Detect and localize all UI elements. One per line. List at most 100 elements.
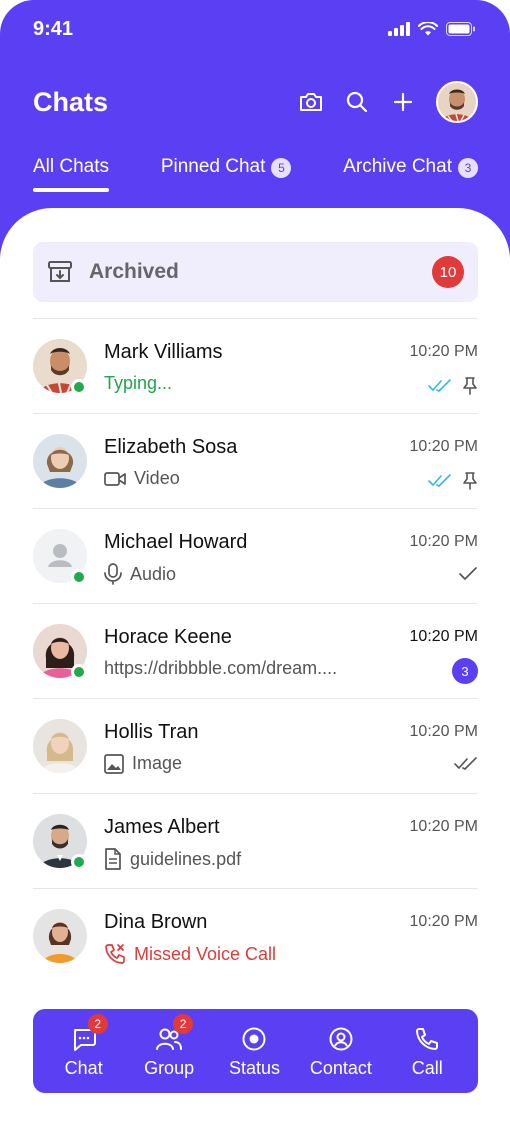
nav-call[interactable]: Call xyxy=(397,1024,457,1079)
missed-call-icon xyxy=(105,944,125,964)
tab-label: Pinned Chat xyxy=(160,156,266,177)
nav-label: Status xyxy=(228,1057,280,1078)
message-time: 10:20 PM xyxy=(409,628,478,645)
message-preview: guidelines.pdf xyxy=(104,848,241,870)
contact-name: James Albert xyxy=(104,816,220,838)
pin-icon xyxy=(463,377,477,395)
avatar-image xyxy=(33,719,87,773)
preview-text: https://dribbble.com/dream.... xyxy=(104,658,338,678)
new-chat-button[interactable] xyxy=(390,89,416,115)
online-indicator xyxy=(71,664,87,680)
message-meta xyxy=(454,757,478,771)
chat-row[interactable]: Elizabeth Sosa 10:20 PM Video xyxy=(33,413,478,508)
header-actions xyxy=(298,81,478,123)
signal-icon xyxy=(388,22,410,36)
message-preview: Image xyxy=(104,753,182,774)
chat-row[interactable]: Dina Brown 10:20 PM Missed Voice Call xyxy=(33,888,478,983)
unread-count-badge: 3 xyxy=(452,658,478,684)
message-meta: 3 xyxy=(452,658,478,684)
avatar xyxy=(33,719,87,773)
chat-app-screen: 9:41 Chats All Chats Pinned Chat 5 Archi… xyxy=(0,0,510,1126)
avatar-image xyxy=(33,909,87,963)
preview-text: Image xyxy=(132,753,183,773)
video-icon xyxy=(104,471,126,486)
chat-row[interactable]: Hollis Tran 10:20 PM Image xyxy=(33,698,478,793)
camera-button[interactable] xyxy=(298,89,324,115)
online-indicator xyxy=(71,379,87,395)
message-time: 10:20 PM xyxy=(409,438,478,455)
camera-icon xyxy=(300,93,322,111)
chat-row[interactable]: Mark Villiams 10:20 PM Typing... xyxy=(33,318,478,413)
tab-pinned-chat[interactable]: Pinned Chat 5 xyxy=(161,156,292,192)
nav-label: Chat xyxy=(64,1057,103,1078)
bottom-navigation: 2 Chat 2 Group Status Contact Call xyxy=(33,1009,478,1093)
archived-chats-button[interactable]: Archived 10 xyxy=(33,242,478,302)
preview-text: Video xyxy=(134,468,180,488)
avatar xyxy=(33,434,87,488)
status-icon xyxy=(242,1027,266,1050)
tab-archive-chat[interactable]: Archive Chat 3 xyxy=(343,156,478,192)
message-preview: Audio xyxy=(104,563,176,585)
pin-icon xyxy=(463,472,477,490)
nav-icon-wrap xyxy=(241,1024,267,1054)
nav-label: Call xyxy=(411,1057,443,1078)
profile-avatar-image xyxy=(438,83,476,121)
chat-tabs: All Chats Pinned Chat 5 Archive Chat 3 xyxy=(33,156,478,192)
message-time: 10:20 PM xyxy=(409,533,478,550)
message-preview: Video xyxy=(104,468,180,489)
nav-label: Contact xyxy=(309,1057,372,1078)
avatar xyxy=(33,909,87,963)
phone-icon xyxy=(416,1027,439,1050)
online-indicator xyxy=(71,569,87,585)
chat-row[interactable]: Horace Keene 10:20 PM https://dribbble.c… xyxy=(33,603,478,698)
image-icon xyxy=(104,753,124,774)
battery-icon xyxy=(446,22,475,36)
chat-row[interactable]: James Albert 10:20 PM guidelines.pdf xyxy=(33,793,478,888)
double-check-read-icon xyxy=(428,474,451,487)
nav-label: Group xyxy=(144,1057,195,1078)
message-preview: Typing... xyxy=(104,373,172,394)
contact-name: Michael Howard xyxy=(104,531,248,553)
message-time: 10:20 PM xyxy=(409,818,478,835)
preview-text: Audio xyxy=(130,563,177,584)
contact-name: Dina Brown xyxy=(104,911,208,933)
tab-count-badge: 3 xyxy=(457,158,478,178)
plus-icon xyxy=(393,92,413,112)
online-indicator xyxy=(71,854,87,870)
search-icon xyxy=(346,91,368,113)
contact-name: Horace Keene xyxy=(104,626,232,648)
profile-avatar-button[interactable] xyxy=(436,81,478,123)
nav-chat[interactable]: 2 Chat xyxy=(54,1013,114,1079)
message-time: 10:20 PM xyxy=(409,723,478,740)
contact-name: Elizabeth Sosa xyxy=(104,436,238,458)
nav-badge: 2 xyxy=(173,1013,194,1034)
archive-icon xyxy=(48,261,72,282)
nav-contact[interactable]: Contact xyxy=(310,1024,372,1079)
document-icon xyxy=(105,848,121,870)
status-bar: 9:41 xyxy=(0,0,510,62)
avatar-image xyxy=(33,434,87,488)
message-meta xyxy=(458,567,478,581)
chat-row[interactable]: Michael Howard 10:20 PM Audio xyxy=(33,508,478,603)
status-icons xyxy=(388,22,476,36)
status-time: 9:41 xyxy=(33,18,74,40)
contact-name: Mark Villiams xyxy=(104,341,223,363)
tab-label: All Chats xyxy=(33,156,110,177)
preview-text: Typing... xyxy=(104,373,173,393)
nav-group[interactable]: 2 Group xyxy=(139,1013,199,1079)
tab-all-chats[interactable]: All Chats xyxy=(33,156,110,192)
nav-badge: 2 xyxy=(87,1013,108,1034)
double-check-read-icon xyxy=(428,379,451,392)
search-button[interactable] xyxy=(344,89,370,115)
archived-count-badge: 10 xyxy=(432,256,464,288)
message-meta xyxy=(428,472,478,490)
nav-icon-wrap xyxy=(328,1024,354,1054)
chat-list-sheet: Archived 10 Mark Villiams 10:20 PM Typin… xyxy=(0,208,510,1126)
message-meta xyxy=(428,377,478,395)
nav-status[interactable]: Status xyxy=(224,1024,284,1079)
contact-icon xyxy=(329,1027,353,1050)
message-time: 10:20 PM xyxy=(409,913,478,930)
tab-count-badge: 5 xyxy=(271,158,292,178)
wifi-icon xyxy=(418,22,438,36)
message-preview: Missed Voice Call xyxy=(104,943,276,965)
